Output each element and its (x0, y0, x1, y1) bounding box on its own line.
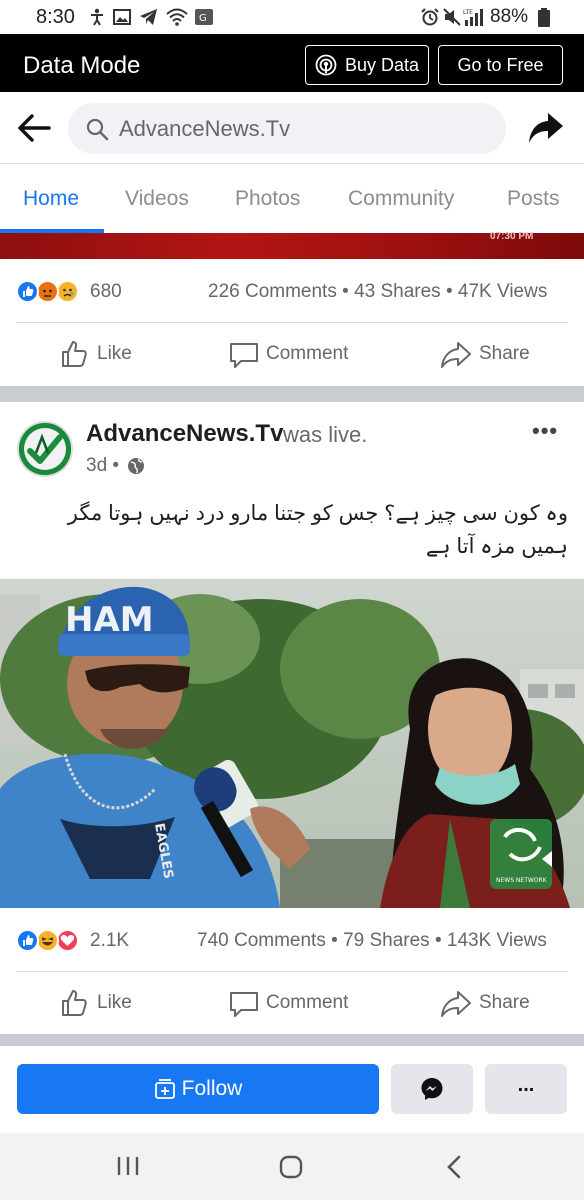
post-age[interactable]: 3d (86, 455, 107, 476)
post-separator (0, 1034, 584, 1046)
post1-comments[interactable]: 226 Comments (208, 281, 337, 302)
like-button[interactable]: Like (97, 343, 132, 365)
tab-posts[interactable]: Posts (507, 187, 560, 211)
battery-icon (538, 8, 550, 27)
like-button[interactable]: Like (97, 992, 132, 1014)
tab-videos[interactable]: Videos (125, 187, 189, 211)
live-video-thumbnail[interactable]: EAGLES HAM NEWS NETWORK (0, 579, 584, 908)
search-input[interactable]: AdvanceNews.Tv (68, 103, 506, 154)
post1-views: 47K Views (457, 281, 548, 302)
page-avatar[interactable] (17, 421, 73, 477)
post1-stats[interactable]: 226 Comments • 43 Shares • 47K Views (208, 281, 547, 303)
post1-reaction-summary[interactable]: 680 226 Comments • 43 Shares • 47K Views (0, 264, 584, 318)
status-time: 8:30 (36, 6, 75, 28)
svg-text:G: G (199, 13, 207, 24)
post2-reaction-count: 2.1K (90, 930, 130, 951)
tab-photos[interactable]: Photos (235, 187, 300, 211)
like-reaction-icon (16, 929, 39, 952)
podcast-icon (315, 54, 337, 76)
follow-button[interactable]: Follow (17, 1064, 379, 1114)
messenger-button[interactable] (391, 1064, 473, 1114)
wifi-icon (166, 8, 188, 26)
more-options-label: ... (517, 1073, 535, 1096)
system-navigation-bar (0, 1133, 584, 1200)
globe-icon (127, 457, 145, 475)
telegram-icon (139, 8, 158, 26)
translate-icon: G (194, 8, 214, 26)
go-to-free-label: Go to Free (457, 54, 544, 75)
battery-percent: 88% (490, 6, 529, 27)
back-arrow-icon[interactable] (17, 113, 51, 143)
status-bar: 8:30 G LTE 88% (0, 0, 584, 34)
buy-data-button[interactable]: Buy Data (305, 45, 429, 85)
like-icon[interactable] (60, 988, 90, 1018)
post-meta: 3d • (86, 455, 120, 476)
post2-reaction-summary[interactable]: 2.1K 740 Comments • 79 Shares • 143K Vie… (0, 913, 584, 967)
svg-text:HAM: HAM (65, 600, 154, 640)
comment-button[interactable]: Comment (266, 992, 348, 1014)
sad-reaction-icon (56, 280, 79, 303)
page-name[interactable]: AdvanceNews.Tv (86, 420, 283, 448)
post-text: وہ کون سی چیز ہے؟ جس کو جتنا مارو درد نہ… (67, 502, 568, 558)
alarm-icon (420, 8, 440, 26)
tab-home[interactable]: Home (23, 187, 79, 211)
post1-reaction-count: 680 (90, 281, 122, 302)
share-button[interactable]: Share (479, 992, 530, 1014)
post1-shares[interactable]: 43 Shares (354, 281, 441, 302)
post2-views: 143K Views (446, 930, 547, 951)
post-activity: was live. (283, 422, 368, 447)
like-reaction-icon (16, 280, 39, 303)
back-icon[interactable] (445, 1154, 463, 1180)
gallery-icon (113, 8, 131, 26)
buy-data-label: Buy Data (344, 54, 420, 75)
home-icon[interactable] (279, 1155, 303, 1179)
search-header: AdvanceNews.Tv (0, 92, 584, 164)
share-icon[interactable] (441, 990, 471, 1018)
comment-icon[interactable] (229, 990, 259, 1020)
haha-reaction-icon (36, 929, 59, 952)
data-mode-bar: Data Mode Buy Data Go to Free (0, 34, 584, 92)
share-icon[interactable] (441, 341, 471, 369)
recent-apps-icon[interactable] (116, 1155, 140, 1177)
follow-label: Follow (181, 1077, 243, 1100)
post1-actions: Like Comment Share (0, 323, 584, 385)
post2-comments[interactable]: 740 Comments (197, 930, 326, 951)
media-time-label: 07:30 PM (490, 231, 534, 242)
page-tabs: Home Videos Photos Community Posts (0, 165, 584, 233)
post2-actions: Like Comment Share (0, 972, 584, 1034)
comment-button[interactable]: Comment (266, 343, 348, 365)
share-button[interactable]: Share (479, 343, 530, 365)
like-icon[interactable] (60, 339, 90, 369)
post2-stats[interactable]: 740 Comments • 79 Shares • 143K Views (197, 930, 547, 952)
post-separator (0, 386, 584, 402)
follow-icon (154, 1078, 176, 1100)
go-to-free-button[interactable]: Go to Free (438, 45, 563, 85)
search-icon (85, 117, 109, 141)
share-arrow-icon[interactable] (528, 111, 564, 145)
love-reaction-icon (56, 929, 79, 952)
angry-reaction-icon (36, 280, 59, 303)
signal-icon: LTE (463, 8, 485, 26)
mute-icon (443, 8, 461, 26)
post2-shares[interactable]: 79 Shares (343, 930, 430, 951)
data-mode-title: Data Mode (23, 52, 141, 79)
svg-text:LTE: LTE (463, 9, 473, 16)
search-value: AdvanceNews.Tv (119, 116, 291, 141)
tab-community[interactable]: Community (348, 187, 454, 211)
previous-post-media[interactable]: 07:30 PM (0, 231, 584, 259)
messenger-icon (420, 1077, 444, 1101)
more-options-button[interactable]: ... (485, 1064, 567, 1114)
accessibility-icon (88, 8, 106, 26)
comment-icon[interactable] (229, 341, 259, 371)
post-options-button[interactable]: ••• (532, 418, 558, 444)
svg-text:NEWS NETWORK: NEWS NETWORK (496, 877, 548, 884)
